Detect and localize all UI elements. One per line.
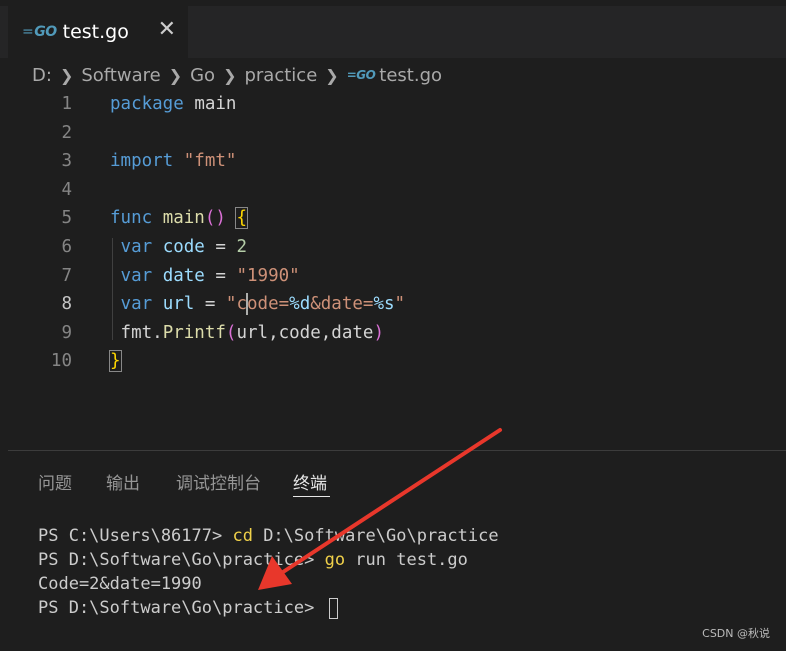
red-arrow-annotation (258, 428, 502, 590)
